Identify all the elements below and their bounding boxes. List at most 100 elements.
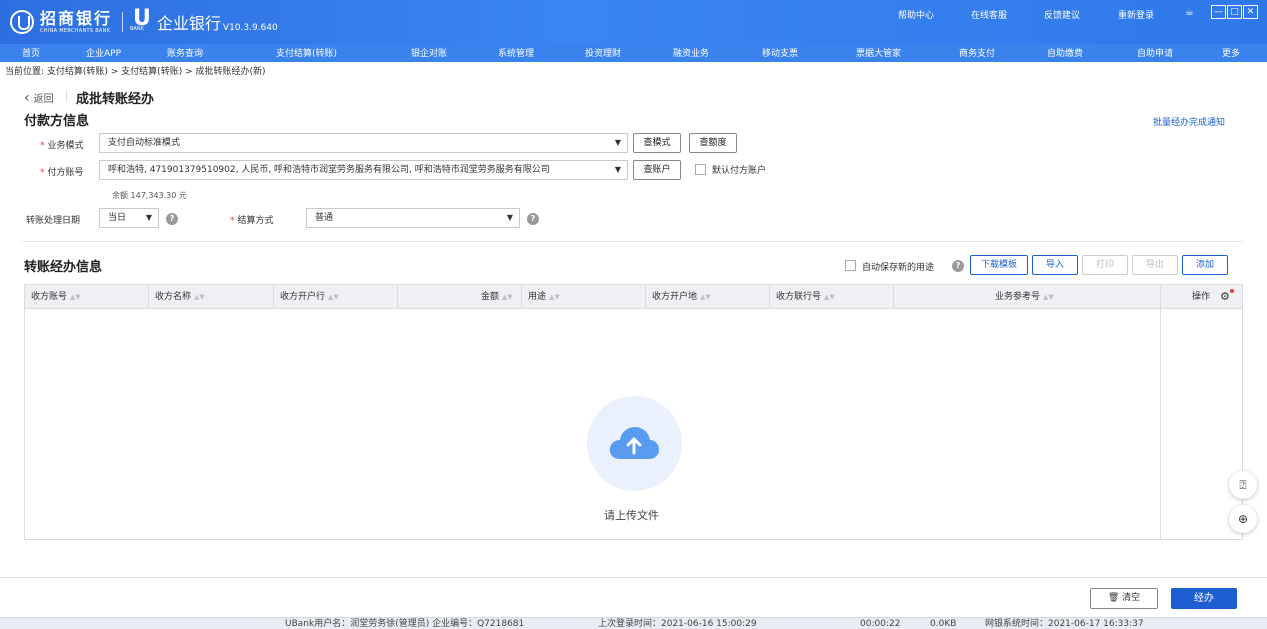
sort-icon: ▲▼ [328, 293, 339, 301]
nav-self-apply[interactable]: 自助申请 [1137, 46, 1173, 59]
help-icon[interactable]: ? [952, 260, 964, 272]
notification-dot [1230, 289, 1234, 293]
col-payee-name[interactable]: 收方名称 ▲▼ [155, 285, 205, 309]
download-template-button[interactable]: 下载模板 [970, 255, 1028, 275]
payer-account-select[interactable]: 呼和浩特, 471901379510902, 人民币, 呼和浩特市润堂劳务服务有… [99, 160, 628, 180]
default-account-checkbox[interactable] [695, 164, 706, 175]
clear-button[interactable]: 🗑 清空 [1090, 588, 1158, 609]
upload-hint: 请上传文件 [604, 509, 659, 522]
view-quota-button[interactable]: 查额度 [689, 133, 737, 153]
column-divider [645, 285, 646, 309]
nav-account-query[interactable]: 账务查询 [167, 46, 203, 59]
column-divider [521, 285, 522, 309]
col-payee-bank-code[interactable]: 收方联行号 ▲▼ [776, 285, 835, 309]
col-operation: 操作 [1192, 292, 1211, 302]
online-service-link[interactable]: 在线客服 [971, 8, 1007, 21]
batch-notice-link[interactable]: 批量经办完成通知 [1153, 115, 1225, 128]
footer-divider [0, 577, 1267, 578]
dropdown-arrow-icon: ▼ [145, 213, 152, 222]
transfer-section-title: 转账经办信息 [24, 260, 103, 275]
export-button[interactable]: 导出 [1132, 255, 1178, 275]
column-divider [893, 285, 894, 309]
status-user: UBank用户名：润堂劳务徐(管理员) 企业编号：Q7218681 [285, 619, 525, 629]
status-bar: UBank用户名：润堂劳务徐(管理员) 企业编号：Q7218681 上次登录时间… [0, 617, 1267, 629]
sort-icon: ▲▼ [700, 293, 711, 301]
operation-column-divider [1160, 285, 1161, 539]
nav-more[interactable]: 更多 [1222, 46, 1240, 59]
upload-cloud-icon[interactable] [608, 425, 660, 461]
feedback-icon[interactable]: ⍰ [1229, 471, 1257, 499]
business-mode-value: 支付自动标准模式 [108, 138, 181, 148]
mug-icon[interactable]: ☕ [1185, 7, 1194, 18]
auto-save-label: 自动保存新的用途 [862, 263, 935, 273]
sort-icon: ▲▼ [70, 293, 81, 301]
col-business-ref[interactable]: 业务参考号 ▲▼ [995, 285, 1054, 309]
help-center-link[interactable]: 帮助中心 [898, 8, 934, 21]
dropdown-arrow-icon: ▼ [506, 213, 513, 222]
title-separator [66, 90, 67, 102]
payer-section-title: 付款方信息 [24, 114, 90, 129]
ubank-sub-label: BANK [130, 26, 144, 32]
minimize-button[interactable]: — [1211, 5, 1226, 19]
submit-button[interactable]: 经办 [1171, 588, 1237, 609]
column-divider [273, 285, 274, 309]
breadcrumb: 当前位置: 支付结算(转账) > 支付结算(转账) > 成批转账经办(新) [5, 67, 266, 77]
nav-bill-manager[interactable]: 票据大管家 [856, 46, 901, 59]
default-account-label: 默认付方账户 [712, 166, 767, 176]
view-mode-button[interactable]: 查模式 [633, 133, 681, 153]
transfer-date-select[interactable]: 当日 ▼ [99, 208, 159, 228]
transfer-date-value: 当日 [108, 213, 127, 223]
nav-reconciliation[interactable]: 银企对账 [411, 46, 447, 59]
print-button[interactable]: 打印 [1082, 255, 1128, 275]
nav-system-mgmt[interactable]: 系统管理 [498, 46, 534, 59]
sort-icon: ▲▼ [549, 293, 560, 301]
add-button[interactable]: 添加 [1182, 255, 1228, 275]
business-mode-select[interactable]: 支付自动标准模式 ▼ [99, 133, 628, 153]
close-button[interactable]: ✕ [1243, 5, 1258, 19]
nav-investment[interactable]: 投资理财 [585, 46, 621, 59]
import-button[interactable]: 导入 [1032, 255, 1078, 275]
nav-business-payment[interactable]: 商务支付 [959, 46, 995, 59]
main-nav: 首页 企业APP 账务查询 支付结算(转账) 银企对账 系统管理 投资理财 融资… [0, 44, 1267, 62]
back-label: 返回 [33, 94, 54, 105]
auto-save-checkbox[interactable] [845, 260, 856, 271]
col-payee-bank[interactable]: 收方开户行 ▲▼ [280, 285, 339, 309]
maximize-button[interactable]: □ [1227, 5, 1242, 19]
nav-enterprise-app[interactable]: 企业APP [86, 46, 121, 59]
trash-icon: 🗑 [1107, 593, 1120, 603]
back-button[interactable]: ‹ 返回 [24, 90, 54, 106]
col-payee-location[interactable]: 收方开户地 ▲▼ [652, 285, 711, 309]
nav-mobile-check[interactable]: 移动支票 [762, 46, 798, 59]
status-system-time: 网银系统时间：2021-06-17 16:33:37 [985, 619, 1144, 629]
col-payee-account[interactable]: 收方账号 ▲▼ [31, 285, 81, 309]
col-amount[interactable]: 金额 ▲▼ [481, 285, 513, 309]
dropdown-arrow-icon: ▼ [614, 138, 621, 147]
settlement-label: * 结算方式 [230, 216, 274, 226]
column-divider [397, 285, 398, 309]
col-purpose[interactable]: 用途 ▲▼ [528, 285, 560, 309]
table-header: 收方账号 ▲▼ 收方名称 ▲▼ 收方开户行 ▲▼ 金额 ▲▼ 用途 ▲▼ 收方开户地 ▲▼ … [25, 285, 1242, 309]
relogin-link[interactable]: 重新登录 [1118, 8, 1154, 21]
dropdown-arrow-icon: ▼ [614, 165, 621, 174]
help-icon[interactable]: ? [527, 213, 539, 225]
column-divider [769, 285, 770, 309]
sort-icon: ▲▼ [1043, 293, 1054, 301]
help-icon[interactable]: ? [166, 213, 178, 225]
section-divider [22, 241, 1243, 242]
nav-home[interactable]: 首页 [22, 46, 40, 59]
column-divider [148, 285, 149, 309]
top-header: 招商银行 CHINA MERCHANTS BANK U 企业银行 V10.3.9… [0, 0, 1267, 44]
feedback-link[interactable]: 反馈建议 [1044, 8, 1080, 21]
window-controls: — □ ✕ [1210, 5, 1258, 19]
zoom-icon[interactable]: ⊕ [1229, 505, 1257, 533]
gear-icon[interactable]: ⚙ [1220, 290, 1230, 303]
nav-self-payment[interactable]: 自助缴费 [1047, 46, 1083, 59]
clear-label: 清空 [1122, 593, 1141, 603]
view-account-button[interactable]: 查账户 [633, 160, 681, 180]
nav-financing[interactable]: 融资业务 [673, 46, 709, 59]
nav-payment[interactable]: 支付结算(转账) [276, 46, 337, 59]
transfer-date-label: 转账处理日期 [26, 216, 81, 226]
bank-name-en: CHINA MERCHANTS BANK [40, 27, 111, 34]
settlement-select[interactable]: 普通 ▼ [306, 208, 520, 228]
status-timer: 00:00:22 [860, 619, 901, 629]
